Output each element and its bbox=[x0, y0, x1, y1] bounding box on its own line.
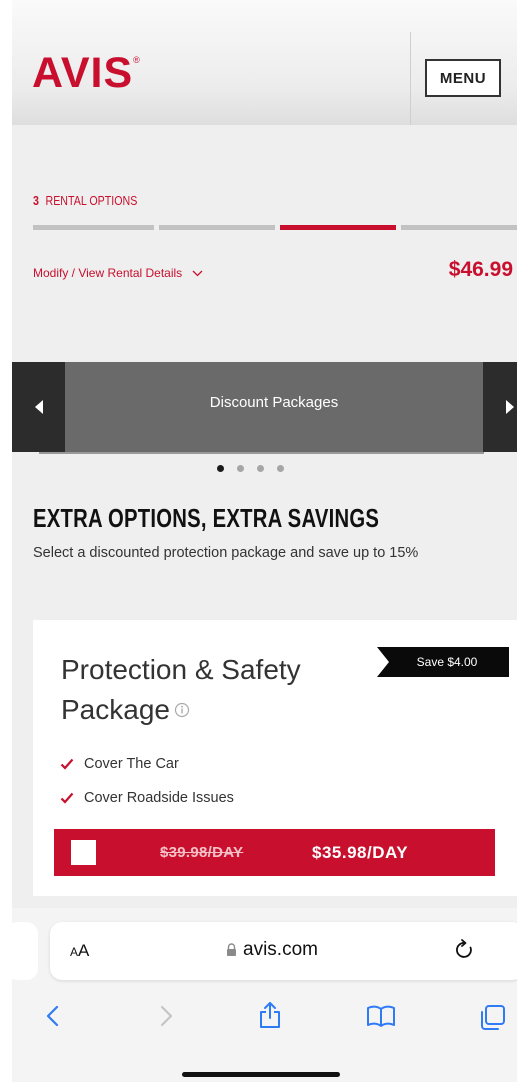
carousel-dot[interactable] bbox=[217, 465, 224, 472]
address-bar[interactable]: AA avis.com bbox=[50, 922, 517, 980]
text-size-small-a: A bbox=[70, 945, 79, 959]
home-indicator bbox=[182, 1072, 340, 1077]
step-label: RENTAL OPTIONS bbox=[45, 193, 138, 208]
forward-icon[interactable] bbox=[157, 1004, 175, 1028]
carousel-dot[interactable] bbox=[237, 465, 244, 472]
rental-total-price: $46.99 bbox=[448, 258, 513, 281]
progress-segment-3 bbox=[280, 225, 396, 230]
triangle-right-icon bbox=[505, 400, 514, 414]
page: AVIS® MENU 3 RENTAL OPTIONS Modify / View… bbox=[12, 0, 517, 1082]
checkmark-icon bbox=[60, 758, 74, 770]
logo-text: AVIS bbox=[32, 49, 134, 97]
carousel-pagination bbox=[217, 465, 284, 472]
checkmark-icon bbox=[60, 792, 74, 804]
carousel-dot[interactable] bbox=[277, 465, 284, 472]
package-carousel: Discount Packages bbox=[12, 362, 517, 452]
step-number: 3 bbox=[33, 193, 39, 208]
info-icon[interactable] bbox=[174, 702, 190, 718]
carousel-title: Discount Packages bbox=[209, 393, 339, 411]
url-display[interactable]: avis.com bbox=[226, 939, 318, 961]
feature-label: Cover The Car bbox=[84, 756, 179, 772]
carousel-next-button[interactable] bbox=[483, 362, 517, 452]
feature-item: Cover Roadside Issues bbox=[60, 790, 234, 806]
progress-segment-2 bbox=[159, 225, 275, 230]
package-select-bar[interactable]: $39.98/DAY $35.98/DAY bbox=[54, 829, 495, 876]
modify-rental-link[interactable]: Modify / View Rental Details bbox=[33, 266, 203, 280]
text-size-button[interactable]: AA bbox=[70, 941, 89, 961]
share-icon[interactable] bbox=[257, 1000, 283, 1030]
back-icon[interactable] bbox=[44, 1004, 62, 1028]
save-badge: Save $4.00 bbox=[377, 647, 509, 677]
avis-logo[interactable]: AVIS® bbox=[32, 52, 141, 95]
carousel-divider bbox=[39, 452, 484, 454]
carousel-dot[interactable] bbox=[257, 465, 264, 472]
original-price: $39.98/DAY bbox=[160, 844, 244, 861]
triangle-left-icon bbox=[34, 400, 43, 414]
step-indicator: 3 RENTAL OPTIONS bbox=[33, 193, 137, 208]
progress-segment-1 bbox=[33, 225, 154, 230]
section-title: EXTRA OPTIONS, EXTRA SAVINGS bbox=[33, 503, 380, 533]
package-card: Protection & Safety Package Save $4.00 C… bbox=[33, 620, 517, 896]
feature-item: Cover The Car bbox=[60, 756, 179, 772]
section-description: Select a discounted protection package a… bbox=[33, 545, 419, 561]
url-text: avis.com bbox=[243, 939, 318, 960]
modify-rental-label: Modify / View Rental Details bbox=[33, 266, 183, 280]
header-divider bbox=[410, 32, 411, 125]
bookmarks-icon[interactable] bbox=[366, 1004, 396, 1028]
progress-segment-4 bbox=[401, 225, 517, 230]
text-size-large-a: A bbox=[78, 941, 90, 960]
discounted-price: $35.98/DAY bbox=[312, 842, 409, 862]
lock-icon bbox=[227, 943, 236, 956]
previous-tab-peek[interactable] bbox=[12, 922, 38, 980]
carousel-prev-button[interactable] bbox=[12, 362, 65, 452]
package-checkbox[interactable] bbox=[71, 840, 96, 865]
feature-label: Cover Roadside Issues bbox=[84, 790, 234, 806]
reload-icon[interactable] bbox=[454, 938, 476, 962]
tabs-icon[interactable] bbox=[478, 1004, 508, 1032]
package-title-block: Protection & Safety Package bbox=[61, 650, 381, 730]
menu-button[interactable]: MENU bbox=[425, 59, 501, 97]
chevron-down-icon bbox=[192, 270, 202, 277]
site-header: AVIS® MENU bbox=[12, 0, 517, 125]
progress-bar bbox=[33, 225, 517, 230]
registered-mark: ® bbox=[133, 55, 141, 65]
browser-toolbar: AA avis.com bbox=[12, 908, 517, 1082]
